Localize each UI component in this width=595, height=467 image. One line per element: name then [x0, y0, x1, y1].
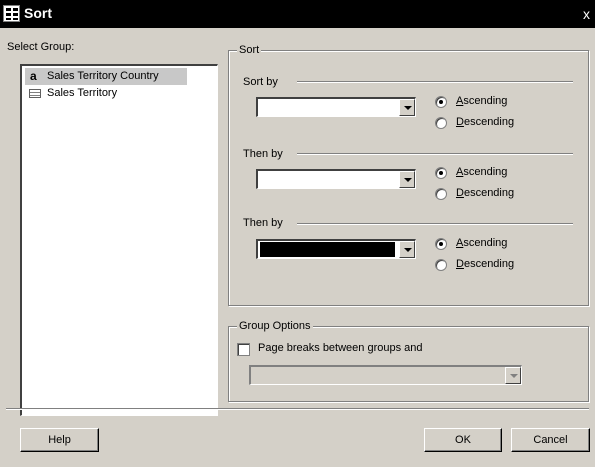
- chevron-down-icon[interactable]: [399, 171, 415, 188]
- sort-by-dropdown[interactable]: [256, 97, 416, 117]
- list-item-label: Sales Territory: [47, 87, 118, 99]
- then-by-divider-1: [297, 153, 573, 155]
- ok-button[interactable]: OK: [424, 428, 502, 452]
- sort-by-ascending-label[interactable]: Ascending: [456, 95, 507, 107]
- select-group-label: Select Group:: [7, 41, 75, 53]
- then-by-2-descending-radio[interactable]: [435, 259, 447, 271]
- then-by-1-descending-radio[interactable]: [435, 188, 447, 200]
- list-item-sales-territory-country[interactable]: a Sales Territory Country: [25, 68, 187, 85]
- then-by-1-ascending-label[interactable]: Ascending: [456, 166, 507, 178]
- sort-by-divider: [297, 81, 573, 83]
- then-by-1-descending-label[interactable]: Descending: [456, 187, 514, 199]
- sort-dialog: Select Group: a Sales Territory Country …: [0, 28, 595, 467]
- sort-by-ascending-radio[interactable]: [435, 96, 447, 108]
- then-by-dropdown-1[interactable]: [256, 169, 416, 189]
- then-by-divider-2: [297, 223, 573, 225]
- then-by-2-ascending-radio[interactable]: [435, 238, 447, 250]
- window-title: Sort: [24, 5, 52, 21]
- list-item-label: Sales Territory Country: [47, 70, 159, 82]
- sort-by-descending-label[interactable]: Descending: [456, 116, 514, 128]
- text-field-icon: a: [30, 69, 37, 83]
- page-breaks-label[interactable]: Page breaks between groups and: [258, 342, 423, 354]
- help-button[interactable]: Help: [20, 428, 99, 452]
- footer-divider: [6, 408, 589, 410]
- chevron-down-icon[interactable]: [505, 367, 521, 384]
- then-by-1-ascending-radio[interactable]: [435, 167, 447, 179]
- then-by-value-1: [260, 172, 395, 187]
- sort-dialog-icon: [3, 5, 20, 22]
- page-breaks-dropdown[interactable]: [249, 365, 522, 385]
- chevron-down-icon[interactable]: [399, 241, 415, 258]
- sort-by-value: [260, 100, 395, 115]
- group-options-title: Group Options: [237, 320, 313, 332]
- select-group-list[interactable]: a Sales Territory Country Sales Territor…: [20, 64, 218, 416]
- then-by-dropdown-2[interactable]: [256, 239, 416, 259]
- group-options-groupbox: Group Options: [228, 320, 589, 402]
- page-breaks-value: [253, 368, 501, 383]
- cancel-button[interactable]: Cancel: [511, 428, 590, 452]
- sort-by-label: Sort by: [243, 76, 278, 88]
- sort-by-descending-radio[interactable]: [435, 117, 447, 129]
- then-by-label-1: Then by: [243, 148, 283, 160]
- page-breaks-checkbox[interactable]: [237, 343, 250, 356]
- close-icon[interactable]: x: [583, 4, 595, 24]
- chevron-down-icon[interactable]: [399, 99, 415, 116]
- then-by-2-ascending-label[interactable]: Ascending: [456, 237, 507, 249]
- then-by-value-2: [260, 242, 395, 257]
- then-by-label-2: Then by: [243, 217, 283, 229]
- sort-group-title: Sort: [237, 44, 262, 56]
- list-item-sales-territory[interactable]: Sales Territory: [25, 85, 187, 102]
- then-by-2-descending-label[interactable]: Descending: [456, 258, 514, 270]
- title-bar: Sort x: [0, 0, 595, 28]
- table-icon: [29, 89, 41, 98]
